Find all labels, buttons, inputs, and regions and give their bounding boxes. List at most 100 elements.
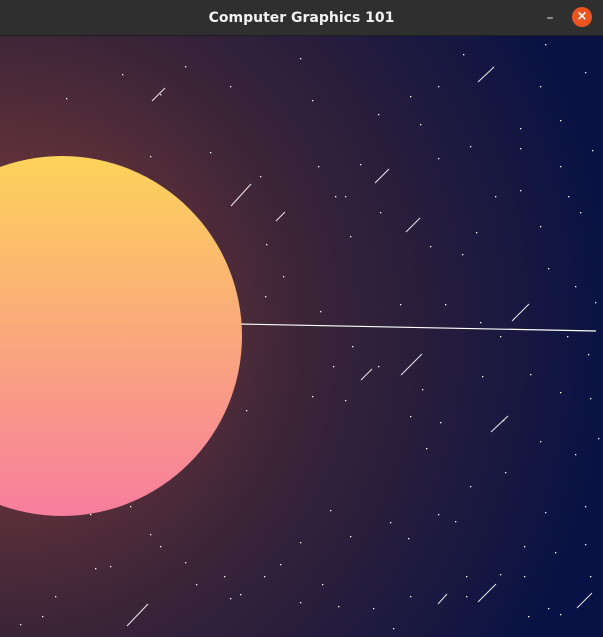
star: [110, 566, 112, 568]
star: [122, 74, 124, 76]
star: [585, 72, 587, 74]
star: [373, 608, 375, 610]
close-icon: ×: [576, 9, 588, 24]
star: [345, 400, 347, 402]
star: [335, 196, 337, 198]
star: [520, 190, 522, 192]
star: [520, 148, 522, 150]
star: [408, 538, 410, 540]
star: [524, 576, 526, 578]
star: [410, 416, 412, 418]
star: [185, 562, 187, 564]
star: [545, 512, 547, 514]
star: [230, 598, 232, 600]
star: [240, 594, 242, 596]
star: [300, 602, 302, 604]
star: [300, 58, 302, 60]
star: [463, 54, 465, 56]
star: [595, 302, 597, 304]
star: [390, 522, 392, 524]
star: [528, 616, 530, 618]
star: [482, 376, 484, 378]
star: [560, 614, 562, 616]
app-window: Computer Graphics 101 – ×: [0, 0, 603, 637]
star: [312, 396, 314, 398]
star: [360, 164, 362, 166]
star: [540, 226, 542, 228]
star: [462, 254, 464, 256]
star: [150, 156, 152, 158]
star: [338, 606, 340, 608]
star: [438, 86, 440, 88]
window-title: Computer Graphics 101: [208, 10, 395, 26]
star: [312, 100, 314, 102]
star: [196, 584, 198, 586]
star: [470, 146, 472, 148]
close-button[interactable]: ×: [572, 7, 592, 27]
star: [470, 486, 472, 488]
star: [560, 166, 562, 168]
star: [560, 392, 562, 394]
star: [393, 628, 395, 630]
star: [466, 576, 468, 578]
star: [466, 596, 468, 598]
star: [540, 86, 542, 88]
star: [300, 542, 302, 544]
star: [160, 546, 162, 548]
star: [480, 322, 482, 324]
star: [330, 510, 332, 512]
star: [90, 514, 92, 516]
star: [345, 196, 347, 198]
star: [505, 472, 507, 474]
star: [422, 389, 424, 391]
star: [445, 304, 447, 306]
star: [580, 212, 582, 214]
minimize-button[interactable]: –: [540, 8, 560, 28]
minimize-icon: –: [546, 10, 554, 26]
star: [378, 366, 380, 368]
star: [455, 521, 457, 523]
star: [333, 366, 335, 368]
star: [524, 546, 526, 548]
star: [95, 568, 97, 570]
star: [426, 448, 428, 450]
star: [230, 86, 232, 88]
star: [540, 441, 542, 443]
star: [438, 514, 440, 516]
star: [520, 128, 522, 130]
star: [400, 304, 402, 306]
star: [430, 246, 432, 248]
star: [266, 244, 268, 246]
star: [420, 124, 422, 126]
star: [598, 438, 600, 440]
star: [575, 286, 577, 288]
star: [567, 336, 569, 338]
star: [440, 422, 442, 424]
star: [352, 346, 354, 348]
star: [585, 506, 587, 508]
star: [590, 398, 592, 400]
star: [264, 576, 266, 578]
star: [224, 576, 226, 578]
star: [350, 536, 352, 538]
star: [378, 114, 380, 116]
star: [210, 152, 212, 154]
star: [260, 176, 262, 178]
star: [160, 94, 162, 96]
star: [585, 544, 587, 546]
graphics-canvas: [0, 36, 603, 637]
star: [560, 120, 562, 122]
star: [380, 212, 382, 214]
star: [548, 268, 550, 270]
star: [410, 96, 412, 98]
star: [246, 410, 248, 412]
star: [283, 276, 285, 278]
title-bar[interactable]: Computer Graphics 101 – ×: [0, 0, 603, 36]
star: [410, 596, 412, 598]
star: [568, 196, 570, 198]
star: [592, 150, 594, 152]
star: [130, 506, 132, 508]
star: [548, 608, 550, 610]
star: [575, 454, 577, 456]
star: [438, 158, 440, 160]
